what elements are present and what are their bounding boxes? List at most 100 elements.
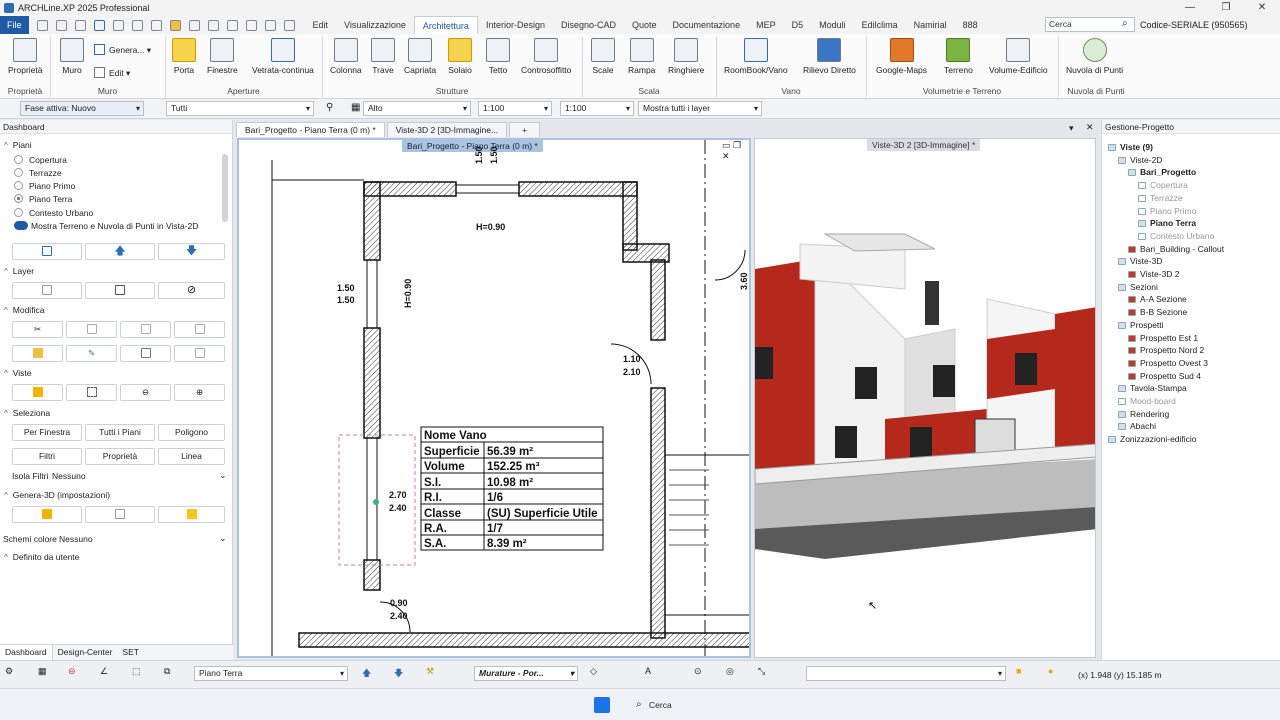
tree-item[interactable]: Viste-3D 2 xyxy=(1128,269,1180,279)
taskbar-search[interactable]: Cerca xyxy=(649,700,672,710)
plan-view[interactable]: Bari_Progetto - Piano Terra (0 m) * ▭ ❐ … xyxy=(237,138,751,658)
snap-icon[interactable]: ⤡ xyxy=(758,666,778,684)
close-doc-icon[interactable]: ✕ xyxy=(1086,122,1094,133)
tree-item[interactable]: Prospetto Sud 4 xyxy=(1128,371,1201,381)
select-polygon-button[interactable]: Poligono xyxy=(158,424,225,441)
select-all-levels-button[interactable]: Tutti i Piani xyxy=(85,424,155,441)
chevron-down-icon[interactable]: ⌄ xyxy=(219,470,227,481)
tree-item[interactable]: Piano Primo xyxy=(1138,206,1196,216)
select-properties-button[interactable]: Proprietà xyxy=(85,448,155,465)
select-pointer-icon[interactable]: ⬚ xyxy=(132,666,152,684)
eyedropper-button[interactable]: ✎ xyxy=(66,345,117,362)
tree-item[interactable]: Viste-2D xyxy=(1118,155,1162,165)
tab-dashboard[interactable]: Dashboard xyxy=(0,645,53,660)
hammer-icon[interactable]: ⚒ xyxy=(426,666,446,684)
dimension-icon[interactable] xyxy=(245,19,257,31)
tree-item[interactable]: Mood-board xyxy=(1118,396,1176,406)
tree-item[interactable]: Prospetto Nord 2 xyxy=(1128,345,1204,355)
level-terrazze[interactable]: Terrazze xyxy=(14,168,62,178)
stairs-button[interactable]: Scale xyxy=(591,38,615,75)
tab-visualizzazione[interactable]: Visualizzazione xyxy=(336,16,414,34)
view-frame-button[interactable] xyxy=(12,384,63,401)
globe-icon[interactable]: ◎ xyxy=(726,666,746,684)
taskbar-search-icon[interactable]: ⌕ xyxy=(636,699,642,710)
measure-button[interactable] xyxy=(174,345,225,362)
tab-set[interactable]: SET xyxy=(117,645,144,660)
roombook-button[interactable]: RoomBook/Vano xyxy=(724,38,788,75)
level-copertura[interactable]: Copertura xyxy=(14,155,67,165)
roof-button[interactable]: Tetto xyxy=(486,38,510,75)
select-line-button[interactable]: Linea xyxy=(158,448,225,465)
generate-button[interactable]: Genera... ▾ xyxy=(94,44,151,56)
angle-icon[interactable]: ∠ xyxy=(100,666,120,684)
level-contesto-urbano[interactable]: Contesto Urbano xyxy=(14,208,93,218)
section-viste[interactable]: Viste xyxy=(4,368,32,378)
level-up-button[interactable]: 🡅 xyxy=(85,243,155,260)
layer-manager-button[interactable] xyxy=(85,282,155,299)
line-icon[interactable] xyxy=(264,19,276,31)
color-scheme-select[interactable]: Nessuno xyxy=(59,534,229,544)
windows-start-icon[interactable] xyxy=(594,697,610,713)
zoom-in-button[interactable]: ⊕ xyxy=(174,384,225,401)
command-input[interactable] xyxy=(806,666,1006,681)
doc-tab-3d[interactable]: Viste-3D 2 [3D-Immagine... xyxy=(386,122,508,137)
section-user-defined[interactable]: Definito da utente xyxy=(4,552,80,562)
tree-item[interactable]: A-A Sezione xyxy=(1128,294,1187,304)
tab-design-center[interactable]: Design-Center xyxy=(53,645,118,660)
folder-icon[interactable]: ■ xyxy=(1016,666,1036,684)
redo-icon[interactable] xyxy=(112,19,124,31)
delete-icon[interactable] xyxy=(207,19,219,31)
settings-gear-icon[interactable]: ⚙ xyxy=(5,666,25,684)
tab-architettura[interactable]: Architettura xyxy=(413,16,478,34)
copy-button[interactable] xyxy=(66,321,117,338)
tree-item[interactable]: Bari_Progetto xyxy=(1128,167,1196,177)
generate-edit-button[interactable] xyxy=(158,506,225,523)
tree-item[interactable]: Abachi xyxy=(1118,421,1156,431)
tree-item[interactable]: Zonizzazioni-edificio xyxy=(1108,434,1197,444)
paint-icon[interactable] xyxy=(169,19,181,31)
survey-button[interactable]: Rilievo Diretto xyxy=(803,38,856,75)
section-genera3d[interactable]: Genera-3D (impostazioni) xyxy=(4,490,110,500)
section-seleziona[interactable]: Seleziona xyxy=(4,408,50,418)
properties-button[interactable]: Proprietà xyxy=(8,38,43,75)
chevron-down-icon[interactable]: ⌄ xyxy=(219,533,227,544)
arrow-down-icon[interactable]: 🡇 xyxy=(394,666,414,684)
new-tab-button[interactable]: + xyxy=(509,122,541,137)
level-settings-button[interactable] xyxy=(12,243,82,260)
tabs-dropdown-icon[interactable]: ▾ xyxy=(1069,123,1074,134)
level-down-button[interactable]: 🡇 xyxy=(158,243,225,260)
level-piano-primo[interactable]: Piano Primo xyxy=(14,181,75,191)
tab-mep[interactable]: MEP xyxy=(748,16,784,34)
ramp-button[interactable]: Rampa xyxy=(628,38,655,75)
plus-icon[interactable] xyxy=(283,19,295,31)
phase-select[interactable]: Fase attiva: Nuovo xyxy=(20,101,144,116)
point-cloud-button[interactable]: Nuvola di Punti xyxy=(1066,38,1123,75)
google-maps-button[interactable]: Google-Maps xyxy=(876,38,927,75)
railing-button[interactable]: Ringhiere xyxy=(668,38,704,75)
zoom-extents-button[interactable] xyxy=(66,384,117,401)
wall-icon[interactable] xyxy=(226,19,238,31)
door-button[interactable]: Porta xyxy=(172,38,196,75)
duplicate-button[interactable] xyxy=(174,321,225,338)
tab-moduli[interactable]: Moduli xyxy=(811,16,854,34)
print-icon[interactable] xyxy=(74,19,86,31)
layer-stack-button[interactable] xyxy=(12,282,82,299)
scale-select-2[interactable]: 1:100 xyxy=(560,101,634,116)
file-menu[interactable]: File xyxy=(0,16,29,34)
isolate-filter-select[interactable]: Nessuno xyxy=(52,471,228,481)
material-select[interactable]: Murature - Por... xyxy=(474,666,578,681)
section-modifica[interactable]: Modifica xyxy=(4,305,45,315)
scale-select-1[interactable]: 1:100 xyxy=(478,101,552,116)
tree-item[interactable]: B-B Sezione xyxy=(1128,307,1187,317)
terrain-button[interactable]: Terreno xyxy=(944,38,973,75)
terrain-toggle[interactable] xyxy=(14,221,28,230)
slab-button[interactable]: Solaio xyxy=(448,38,472,75)
tree-item[interactable]: Tavola-Stampa xyxy=(1118,383,1187,393)
tree-item[interactable]: Viste-3D xyxy=(1118,256,1162,266)
tab-namirial[interactable]: Namirial xyxy=(906,16,955,34)
match-properties-button[interactable] xyxy=(12,345,63,362)
grid-icon[interactable]: ▦ xyxy=(38,666,58,684)
close-button[interactable]: ✕ xyxy=(1244,0,1280,16)
search-icon[interactable]: ⌕ xyxy=(1122,18,1128,29)
select-window-button[interactable]: Per Finestra xyxy=(12,424,82,441)
